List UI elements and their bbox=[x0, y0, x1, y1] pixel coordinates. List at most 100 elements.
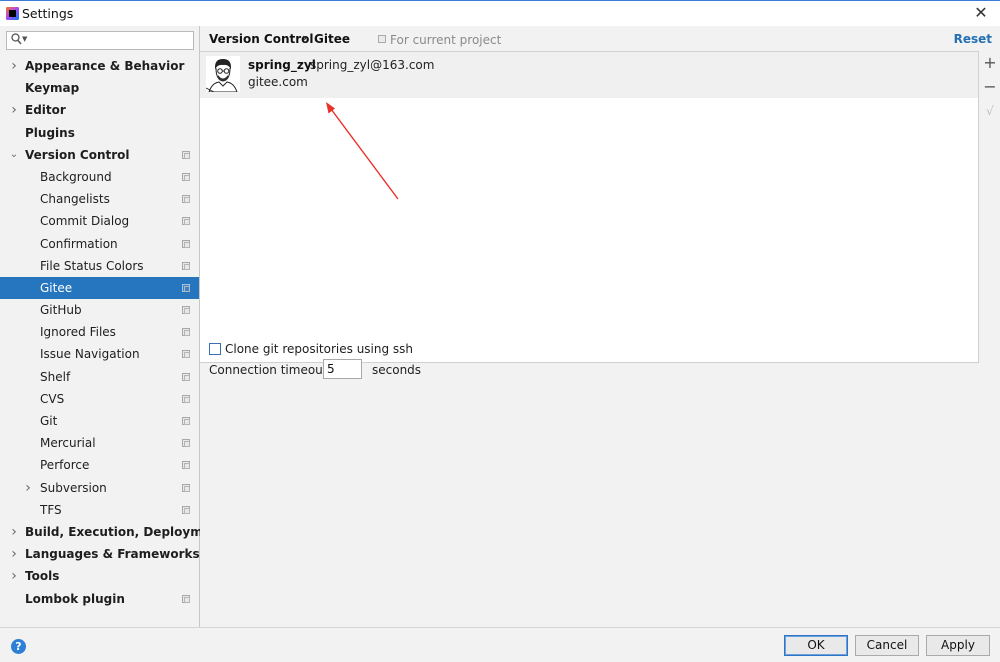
sidebar-item-label: Commit Dialog bbox=[40, 214, 130, 229]
chevron-down-icon[interactable]: ⌄ bbox=[9, 144, 19, 166]
breadcrumb-separator: › bbox=[302, 31, 307, 45]
add-account-button[interactable]: + bbox=[982, 53, 998, 73]
timeout-field[interactable] bbox=[323, 359, 362, 379]
sidebar-item-build-execution-deployment[interactable]: › Build, Execution, Deployment bbox=[0, 521, 225, 543]
project-scope-icon bbox=[182, 417, 190, 425]
project-scope-icon bbox=[182, 261, 190, 270]
account-toolbar: + − √ bbox=[980, 51, 1000, 363]
chevron-down-icon: ▼ bbox=[22, 35, 28, 43]
project-scope-icon bbox=[182, 594, 190, 603]
sidebar-item-label: Perforce bbox=[40, 458, 90, 473]
sidebar-item-commit-dialog[interactable]: Commit Dialog bbox=[0, 210, 199, 232]
chevron-right-icon[interactable]: › bbox=[9, 55, 19, 77]
sidebar-item-label: Changelists bbox=[40, 192, 110, 207]
sidebar-item-label: Confirmation bbox=[40, 236, 118, 251]
project-scope-icon bbox=[182, 328, 190, 337]
sidebar-item-editor[interactable]: › Editor bbox=[0, 99, 199, 121]
sidebar-item-lombok-plugin[interactable]: Lombok plugin bbox=[0, 588, 199, 610]
apply-button[interactable]: Apply bbox=[926, 635, 990, 656]
breadcrumb-parent[interactable]: Version Control bbox=[209, 32, 314, 46]
sidebar-item-ignored-files[interactable]: Ignored Files bbox=[0, 321, 199, 343]
breadcrumb: Version Control › Gitee For current proj… bbox=[200, 26, 1000, 51]
sidebar-item-label: Git bbox=[40, 414, 58, 428]
sidebar-item-label: Ignored Files bbox=[40, 325, 116, 340]
breadcrumb-current: Gitee bbox=[314, 32, 350, 46]
sidebar-item-label: Editor bbox=[25, 103, 66, 118]
project-scope-icon bbox=[182, 172, 190, 181]
sidebar-item-issue-navigation[interactable]: Issue Navigation bbox=[0, 343, 199, 365]
sidebar-item-label: Lombok plugin bbox=[25, 591, 125, 606]
project-scope-icon bbox=[182, 239, 190, 248]
sidebar-item-label: Issue Navigation bbox=[40, 347, 140, 362]
timeout-label: Connection timeout: bbox=[209, 363, 332, 377]
chevron-right-icon[interactable]: › bbox=[9, 99, 19, 121]
ok-button[interactable]: OK bbox=[784, 635, 848, 656]
cancel-button[interactable]: Cancel bbox=[855, 635, 919, 656]
sidebar-item-label: TFS bbox=[40, 502, 62, 517]
settings-tree: › Appearance & Behavior Keymap › Editor Plugi… bbox=[0, 55, 225, 610]
timeout-unit-label: seconds bbox=[372, 363, 422, 377]
sidebar-item-tfs[interactable]: TFS bbox=[0, 499, 199, 521]
close-icon[interactable]: ✕ bbox=[972, 3, 990, 23]
reset-link[interactable]: Reset bbox=[954, 32, 992, 46]
project-scope-icon bbox=[182, 283, 190, 292]
search-icon bbox=[11, 33, 22, 48]
project-scope-icon bbox=[182, 306, 190, 315]
sidebar-item-changelists[interactable]: Changelists bbox=[0, 188, 199, 210]
sidebar-item-gitee[interactable]: Gitee bbox=[0, 276, 199, 300]
accounts-list: spring_zyl spring_zyl@163.com gitee.com bbox=[200, 51, 979, 363]
content-panel: Version Control › Gitee For current proj… bbox=[200, 26, 1000, 627]
sidebar-item-label: GitHub bbox=[40, 303, 82, 318]
sidebar-item-cvs[interactable]: CVS bbox=[0, 388, 199, 410]
project-scope-icon bbox=[182, 195, 190, 204]
settings-sidebar: ▼ › Appearance & Behavior Keymap › Editor Plu… bbox=[0, 26, 225, 627]
settings-search-input[interactable]: ▼ bbox=[6, 31, 194, 50]
sidebar-item-subversion[interactable]: › Subversion bbox=[0, 477, 199, 499]
title-bar: Settings ✕ bbox=[0, 0, 1000, 26]
help-icon[interactable]: ? bbox=[11, 639, 26, 654]
sidebar-item-label: Appearance & Behavior bbox=[25, 59, 185, 73]
project-scope-icon bbox=[182, 372, 190, 381]
clone-ssh-checkbox[interactable] bbox=[209, 343, 221, 355]
dialog-footer: ? OK Cancel Apply bbox=[0, 627, 1000, 662]
sidebar-item-label: Gitee bbox=[40, 280, 73, 295]
chevron-right-icon[interactable]: › bbox=[23, 477, 33, 499]
sidebar-item-plugins[interactable]: Plugins bbox=[0, 122, 199, 144]
sidebar-item-file-status-colors[interactable]: File Status Colors bbox=[0, 255, 199, 277]
sidebar-item-label: CVS bbox=[40, 391, 65, 406]
sidebar-item-label: Tools bbox=[25, 569, 60, 584]
project-scope-icon bbox=[182, 394, 190, 403]
chevron-right-icon[interactable]: › bbox=[9, 543, 19, 565]
sidebar-item-tools[interactable]: › Tools bbox=[0, 565, 199, 587]
project-scope-icon bbox=[378, 35, 386, 43]
sidebar-item-shelf[interactable]: Shelf bbox=[0, 366, 199, 388]
project-scope-icon bbox=[182, 217, 190, 226]
sidebar-item-label: Languages & Frameworks bbox=[25, 547, 200, 562]
sidebar-item-perforce[interactable]: Perforce bbox=[0, 454, 199, 476]
project-scope-icon bbox=[182, 350, 190, 359]
chevron-right-icon[interactable]: › bbox=[9, 565, 19, 587]
project-scope-icon bbox=[182, 483, 190, 492]
remove-account-button[interactable]: − bbox=[982, 77, 998, 97]
sidebar-item-mercurial[interactable]: Mercurial bbox=[0, 432, 199, 454]
clone-ssh-label: Clone git repositories using ssh bbox=[225, 342, 414, 356]
sidebar-item-label: File Status Colors bbox=[40, 258, 144, 273]
sidebar-item-label: Subversion bbox=[40, 480, 107, 495]
sidebar-item-label: Build, Execution, Deployment bbox=[25, 524, 226, 539]
sidebar-item-languages-frameworks[interactable]: › Languages & Frameworks bbox=[0, 543, 199, 565]
sidebar-item-version-control[interactable]: ⌄ Version Control bbox=[0, 144, 199, 166]
sidebar-item-label: Keymap bbox=[25, 81, 80, 96]
project-scope-icon bbox=[182, 150, 190, 159]
set-default-button[interactable]: √ bbox=[982, 101, 998, 121]
project-scope-label: For current project bbox=[390, 33, 502, 47]
chevron-right-icon[interactable]: › bbox=[9, 521, 19, 543]
sidebar-item-label: Background bbox=[40, 169, 112, 184]
sidebar-item-confirmation[interactable]: Confirmation bbox=[0, 233, 199, 255]
sidebar-item-keymap[interactable]: Keymap bbox=[0, 77, 199, 99]
sidebar-item-github[interactable]: GitHub bbox=[0, 299, 199, 321]
sidebar-item-background[interactable]: Background bbox=[0, 166, 199, 188]
intellij-app-icon bbox=[6, 7, 19, 20]
sidebar-item-git[interactable]: Git bbox=[0, 410, 199, 432]
sidebar-item-appearance-behavior[interactable]: › Appearance & Behavior bbox=[0, 55, 199, 77]
window-title: Settings bbox=[22, 6, 74, 21]
